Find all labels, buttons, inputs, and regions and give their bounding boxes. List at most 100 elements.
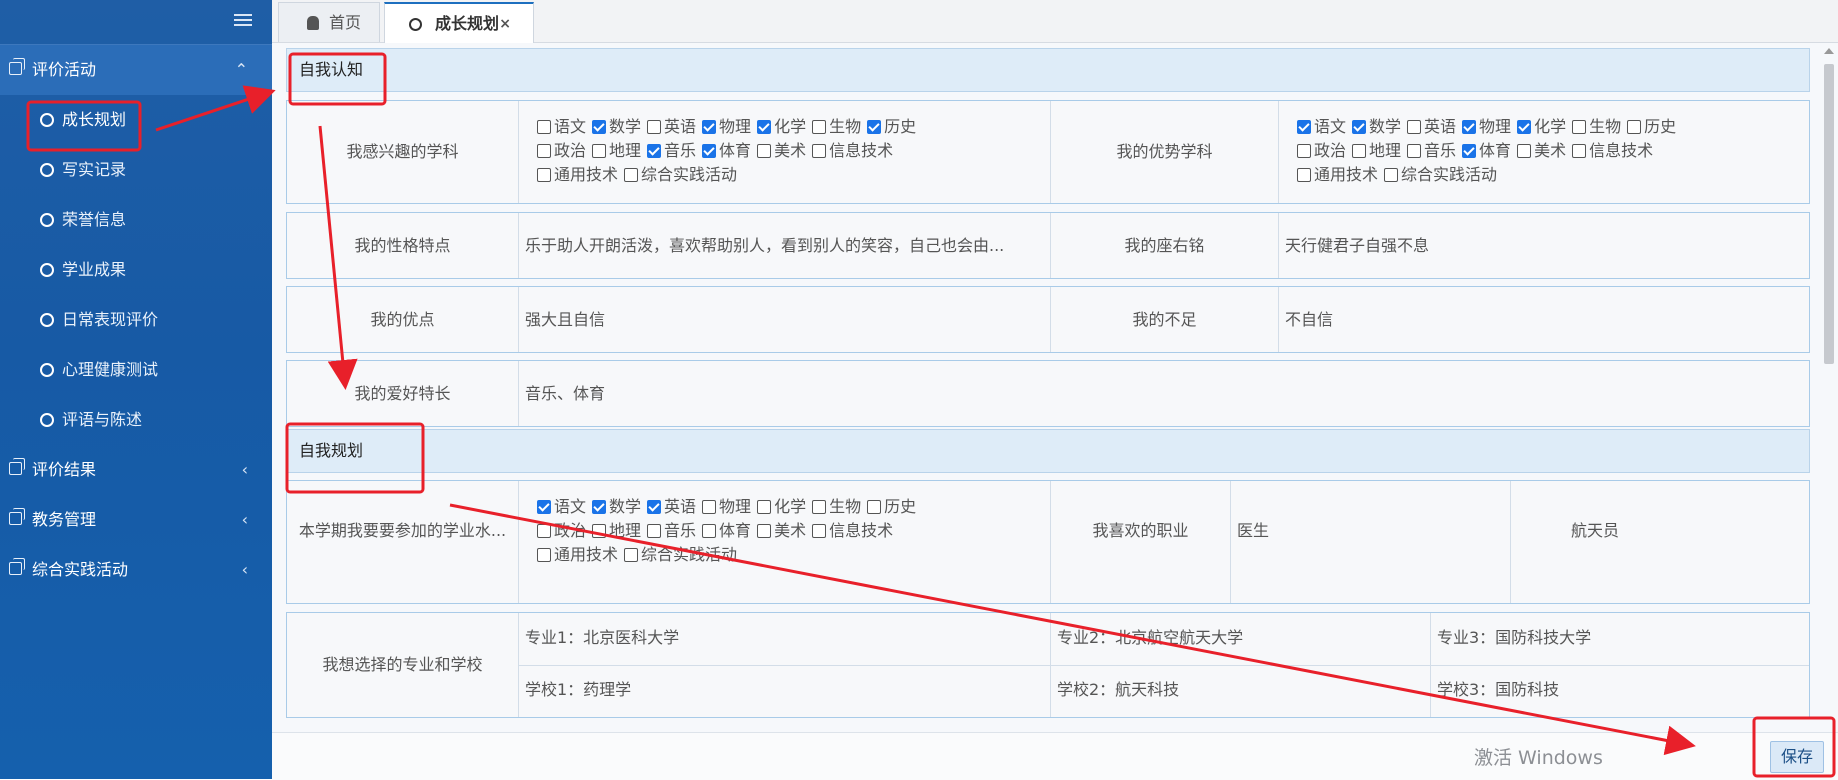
checkbox-icon[interactable] xyxy=(1407,144,1422,158)
checkbox-icon[interactable] xyxy=(1627,120,1642,134)
school-1[interactable]: 学校1：药理学 xyxy=(519,665,1051,717)
subject-checkbox[interactable]: 语文 xyxy=(537,115,586,139)
menu-group-practice-activities[interactable]: 综合实践活动 ‹ xyxy=(0,545,272,595)
sidebar-item-daily-evaluation[interactable]: 日常表现评价 xyxy=(0,295,272,345)
subject-checkbox[interactable]: 地理 xyxy=(592,519,641,543)
subject-checkbox[interactable]: 信息技术 xyxy=(1572,139,1653,163)
subject-checkbox[interactable]: 体育 xyxy=(702,139,751,163)
checkbox-icon[interactable] xyxy=(624,168,639,182)
checkbox-icon[interactable] xyxy=(537,548,551,562)
subject-checkbox[interactable]: 历史 xyxy=(867,115,916,139)
checkbox-icon[interactable] xyxy=(812,524,827,538)
checkbox-icon[interactable] xyxy=(1297,144,1311,158)
checkbox-icon[interactable] xyxy=(757,120,772,134)
subject-checkbox[interactable]: 音乐 xyxy=(1407,139,1456,163)
subject-checkbox[interactable]: 地理 xyxy=(592,139,641,163)
checkbox-icon[interactable] xyxy=(702,144,717,158)
subject-checkbox[interactable]: 音乐 xyxy=(647,519,696,543)
personality-value[interactable]: 乐于助人开朗活泼，喜欢帮助别人，看到别人的笑容，自己也会由... xyxy=(519,213,1051,278)
major-1[interactable]: 专业1：北京医科大学 xyxy=(519,613,1051,665)
checkbox-icon[interactable] xyxy=(537,524,551,538)
checkbox-icon[interactable] xyxy=(1517,120,1532,134)
sidebar-item-achievements[interactable]: 学业成果 xyxy=(0,245,272,295)
subject-checkbox[interactable]: 语文 xyxy=(1297,115,1346,139)
sidebar-item-mental-health[interactable]: 心理健康测试 xyxy=(0,345,272,395)
checkbox-icon[interactable] xyxy=(757,144,772,158)
checkbox-icon[interactable] xyxy=(1572,120,1587,134)
save-button[interactable]: 保存 xyxy=(1770,741,1824,773)
sidebar-item-comments[interactable]: 评语与陈述 xyxy=(0,395,272,445)
menu-group-evaluation-activities[interactable]: 评价活动 ⌃ xyxy=(0,45,272,95)
checkbox-icon[interactable] xyxy=(1384,168,1399,182)
checkbox-icon[interactable] xyxy=(1352,144,1367,158)
checkbox-icon[interactable] xyxy=(1462,120,1477,134)
close-icon[interactable]: × xyxy=(499,4,511,44)
checkbox-icon[interactable] xyxy=(537,120,551,134)
subject-checkbox[interactable]: 化学 xyxy=(1517,115,1566,139)
scroll-thumb[interactable] xyxy=(1824,64,1834,364)
checkbox-icon[interactable] xyxy=(702,500,717,514)
scroll-up-icon[interactable] xyxy=(1824,48,1834,54)
menu-group-academic-affairs[interactable]: 教务管理 ‹ xyxy=(0,495,272,545)
vertical-scrollbar[interactable] xyxy=(1822,48,1834,388)
subject-checkbox[interactable]: 生物 xyxy=(812,495,861,519)
subject-checkbox[interactable]: 综合实践活动 xyxy=(1384,163,1497,187)
subject-checkbox[interactable]: 美术 xyxy=(757,139,806,163)
subject-checkbox[interactable]: 数学 xyxy=(592,115,641,139)
checkbox-icon[interactable] xyxy=(1407,120,1422,134)
checkbox-icon[interactable] xyxy=(592,144,607,158)
subject-checkbox[interactable]: 信息技术 xyxy=(812,519,893,543)
subject-checkbox[interactable]: 历史 xyxy=(867,495,916,519)
checkbox-icon[interactable] xyxy=(647,120,662,134)
checkbox-icon[interactable] xyxy=(592,500,607,514)
checkbox-icon[interactable] xyxy=(702,524,717,538)
merits-value[interactable]: 强大且自信 xyxy=(519,287,1051,352)
major-2[interactable]: 专业2：北京航空航天大学 xyxy=(1051,613,1431,665)
subject-checkbox[interactable]: 综合实践活动 xyxy=(624,543,737,567)
menu-group-evaluation-results[interactable]: 评价结果 ‹ xyxy=(0,445,272,495)
subject-checkbox[interactable]: 英语 xyxy=(647,495,696,519)
subject-checkbox[interactable]: 物理 xyxy=(702,115,751,139)
hobbies-value[interactable]: 音乐、体育 xyxy=(519,361,1809,426)
shortcomings-value[interactable]: 不自信 xyxy=(1279,287,1809,352)
checkbox-icon[interactable] xyxy=(812,144,827,158)
checkbox-icon[interactable] xyxy=(1297,168,1311,182)
motto-value[interactable]: 天行健君子自强不息 xyxy=(1279,213,1809,278)
subject-checkbox[interactable]: 语文 xyxy=(537,495,586,519)
checkbox-icon[interactable] xyxy=(1297,120,1311,134)
subject-checkbox[interactable]: 政治 xyxy=(1297,139,1346,163)
tab-growth-plan[interactable]: 成长规划 × xyxy=(384,2,534,43)
checkbox-icon[interactable] xyxy=(537,500,551,514)
checkbox-icon[interactable] xyxy=(592,120,607,134)
sidebar-item-honors[interactable]: 荣誉信息 xyxy=(0,195,272,245)
checkbox-icon[interactable] xyxy=(1572,144,1587,158)
checkbox-icon[interactable] xyxy=(867,500,882,514)
menu-toggle-icon[interactable] xyxy=(234,14,252,28)
sidebar-item-records[interactable]: 写实记录 xyxy=(0,145,272,195)
checkbox-icon[interactable] xyxy=(757,500,772,514)
sidebar-item-growth-plan[interactable]: 成长规划 xyxy=(0,95,272,145)
subject-checkbox[interactable]: 地理 xyxy=(1352,139,1401,163)
subject-checkbox[interactable]: 政治 xyxy=(537,139,586,163)
checkbox-icon[interactable] xyxy=(1462,144,1477,158)
subject-checkbox[interactable]: 通用技术 xyxy=(537,163,618,187)
checkbox-icon[interactable] xyxy=(867,120,882,134)
major-3[interactable]: 专业3：国防科技大学 xyxy=(1431,613,1809,665)
subject-checkbox[interactable]: 历史 xyxy=(1627,115,1676,139)
subject-checkbox[interactable]: 通用技术 xyxy=(1297,163,1378,187)
subject-checkbox[interactable]: 政治 xyxy=(537,519,586,543)
subject-checkbox[interactable]: 化学 xyxy=(757,495,806,519)
subject-checkbox[interactable]: 生物 xyxy=(812,115,861,139)
checkbox-icon[interactable] xyxy=(537,144,551,158)
subject-checkbox[interactable]: 英语 xyxy=(647,115,696,139)
subject-checkbox[interactable]: 音乐 xyxy=(647,139,696,163)
checkbox-icon[interactable] xyxy=(624,548,639,562)
checkbox-icon[interactable] xyxy=(1352,120,1367,134)
subject-checkbox[interactable]: 化学 xyxy=(757,115,806,139)
checkbox-icon[interactable] xyxy=(537,168,551,182)
checkbox-icon[interactable] xyxy=(592,524,607,538)
subject-checkbox[interactable]: 英语 xyxy=(1407,115,1456,139)
subject-checkbox[interactable]: 综合实践活动 xyxy=(624,163,737,187)
checkbox-icon[interactable] xyxy=(647,144,662,158)
checkbox-icon[interactable] xyxy=(757,524,772,538)
